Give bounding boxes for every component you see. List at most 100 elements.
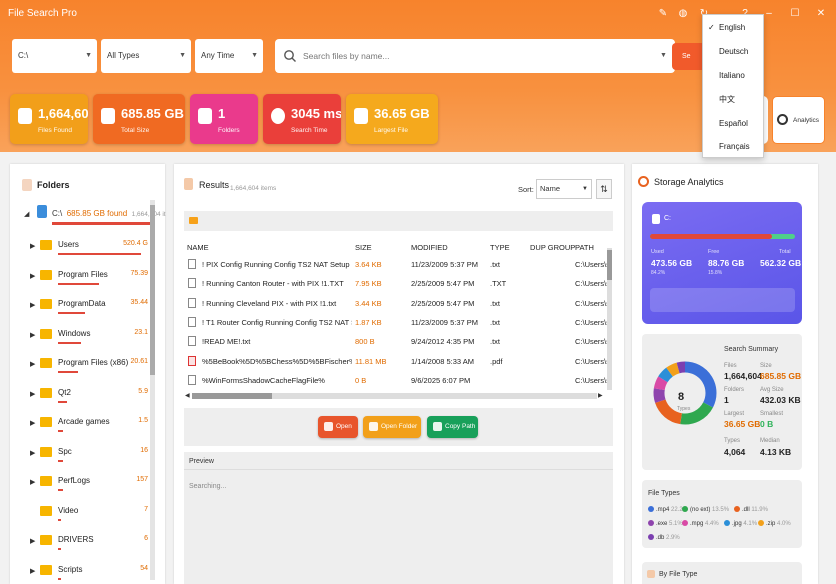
palette-icon[interactable]: ◍: [676, 7, 690, 21]
language-item-deutsch[interactable]: Deutsch: [703, 41, 763, 63]
used-percent: 84.2%: [651, 270, 666, 276]
cell-name: ! Running Cleveland PIX - with PIX !1.tx…: [202, 298, 337, 308]
search-input[interactable]: [303, 39, 643, 73]
language-item-espanol[interactable]: Español: [703, 113, 763, 135]
language-item-francais[interactable]: Français: [703, 136, 763, 158]
cell-modified: 2/25/2009 5:47 PM: [411, 298, 475, 308]
folder-row[interactable]: Video 7: [30, 504, 152, 522]
legend-dot: [758, 520, 764, 526]
chevron-right-icon[interactable]: ▶: [30, 419, 35, 427]
chevron-right-icon[interactable]: ▶: [30, 331, 35, 339]
table-row[interactable]: ! T1 Router Config Running Config TS2 NA…: [186, 314, 607, 333]
folder-usage-bar: [58, 282, 99, 285]
col-header-path[interactable]: PATH: [575, 243, 594, 252]
col-header-modified[interactable]: MODIFIED: [411, 243, 448, 252]
table-row[interactable]: ! Running Canton Router - with PIX !1.TX…: [186, 275, 607, 294]
chevron-right-icon[interactable]: ▶: [30, 242, 35, 250]
folder-icon: [40, 299, 52, 309]
results-icon: [184, 178, 193, 190]
sort-direction-button[interactable]: ⇅: [596, 179, 612, 199]
stat-label: Folders: [218, 127, 240, 134]
folder-row[interactable]: ▶ DRIVERS 6: [30, 533, 152, 551]
analytics-icon: [638, 176, 649, 187]
path-select[interactable]: C:\ ▼: [12, 39, 97, 73]
time-filter-value: Any Time: [201, 51, 235, 60]
open-folder-button[interactable]: Open Folder: [363, 416, 421, 438]
folders-scroll-thumb[interactable]: [150, 205, 155, 375]
brush-icon[interactable]: ✎: [656, 7, 670, 21]
col-header-type[interactable]: TYPE: [490, 243, 510, 252]
table-row[interactable]: %WinFormsShadowCacheFlagFile% 0 B 9/6/2025…: [186, 372, 607, 391]
table-row[interactable]: !READ ME!.txt 800 B 9/24/2012 4:35 PM .txt C…: [186, 333, 607, 352]
donut-slice: [676, 361, 686, 374]
close-icon[interactable]: ✕: [812, 6, 830, 22]
copy-path-button[interactable]: Copy Path: [427, 416, 478, 438]
table-row[interactable]: ! Running Cleveland PIX - with PIX !1.tx…: [186, 295, 607, 314]
by-file-type-card: By File Type: [642, 562, 802, 584]
folder-row[interactable]: ▶ Program Files (x86) 20.61: [30, 356, 152, 374]
folder-row[interactable]: ▶ Spc 16: [30, 445, 152, 463]
search-history-dropdown-icon[interactable]: ▼: [660, 39, 667, 73]
results-vertical-scroll-thumb[interactable]: [607, 250, 612, 280]
col-header-name[interactable]: NAME: [187, 243, 209, 252]
open-button[interactable]: Open: [318, 416, 358, 438]
col-header-size[interactable]: SIZE: [355, 243, 372, 252]
folder-icon: [40, 476, 52, 486]
by-file-type-title: By File Type: [659, 571, 698, 578]
folder-icon: [40, 358, 52, 368]
folder-row[interactable]: ▶ Program Files 75.39: [30, 268, 152, 286]
sort-select[interactable]: Name ▼: [536, 179, 592, 199]
file-icon: [354, 108, 368, 124]
cell-modified: 11/23/2009 5:37 PM: [411, 317, 478, 327]
chevron-right-icon[interactable]: ▶: [30, 272, 35, 280]
folder-row[interactable]: ▶ Windows 23.1: [30, 327, 152, 345]
results-horizontal-scroll-thumb[interactable]: [192, 393, 272, 399]
legend-dot: [648, 520, 654, 526]
language-item-english[interactable]: ✓ English: [703, 17, 763, 39]
scroll-left-icon[interactable]: ◀: [185, 392, 190, 399]
folder-name: Program Files: [58, 269, 108, 279]
folder-name: Spc: [58, 446, 72, 456]
chevron-right-icon[interactable]: ▶: [30, 478, 35, 486]
folders-value: 1: [724, 395, 729, 405]
folder-name: Windows: [58, 328, 91, 338]
legend-dot: [648, 506, 654, 512]
root-drive-label[interactable]: C:\ 685.85 GB found 1,664,604 it: [52, 209, 166, 218]
table-row[interactable]: ! PIX Config Running Config TS2 NAT Setu…: [186, 256, 607, 275]
chevron-right-icon[interactable]: ▶: [30, 449, 35, 457]
types-donut-chart: [653, 361, 717, 425]
file-type-legend-item: .zip 4.0%: [758, 520, 791, 527]
size-value: 685.85 GB: [760, 371, 802, 381]
folder-row[interactable]: ▶ Scripts 54: [30, 563, 152, 581]
maximize-icon[interactable]: ☐: [786, 6, 804, 22]
chevron-expanded-icon[interactable]: ◢: [24, 210, 29, 218]
file-type-legend-item: .dll 11.9%: [734, 506, 768, 513]
drive-icon: [37, 205, 47, 218]
stat-label: Search Time: [291, 127, 328, 134]
used-value: 473.56 GB: [651, 258, 693, 268]
search-box[interactable]: ▼: [275, 39, 675, 73]
chevron-right-icon[interactable]: ▶: [30, 537, 35, 545]
open-icon: [324, 422, 333, 431]
cell-name: ! T1 Router Config Running Config TS2 NA…: [202, 317, 352, 327]
type-filter-select[interactable]: All Types ▼: [101, 39, 191, 73]
cell-modified: 11/23/2009 5:37 PM: [411, 260, 478, 269]
chevron-right-icon[interactable]: ▶: [30, 567, 35, 575]
folder-row[interactable]: ▶ Users 520.4 G: [30, 238, 152, 256]
chevron-right-icon[interactable]: ▶: [30, 390, 35, 398]
results-count: 1,664,604 items: [230, 185, 277, 192]
language-item-italiano[interactable]: Italiano: [703, 65, 763, 87]
folder-row[interactable]: ▶ Arcade games 1.5: [30, 415, 152, 433]
chevron-right-icon[interactable]: ▶: [30, 360, 35, 368]
scroll-right-icon[interactable]: ▶: [598, 392, 603, 399]
col-header-dup-group[interactable]: DUP GROUP: [530, 243, 575, 252]
language-item-chinese[interactable]: 中文: [703, 89, 763, 111]
drive-details-area: [650, 288, 795, 312]
file-type-percent: 4.1%: [743, 521, 758, 527]
time-filter-select[interactable]: Any Time ▼: [195, 39, 263, 73]
chevron-right-icon[interactable]: ▶: [30, 301, 35, 309]
folder-row[interactable]: ▶ Qt2 5.9: [30, 386, 152, 404]
folder-row[interactable]: ▶ ProgramData 35.44: [30, 297, 152, 315]
folder-row[interactable]: ▶ PerfLogs 157: [30, 474, 152, 492]
table-row[interactable]: %5BeBook%5D%5BChess%5D%5BFischer%2C%211.…: [186, 353, 607, 372]
